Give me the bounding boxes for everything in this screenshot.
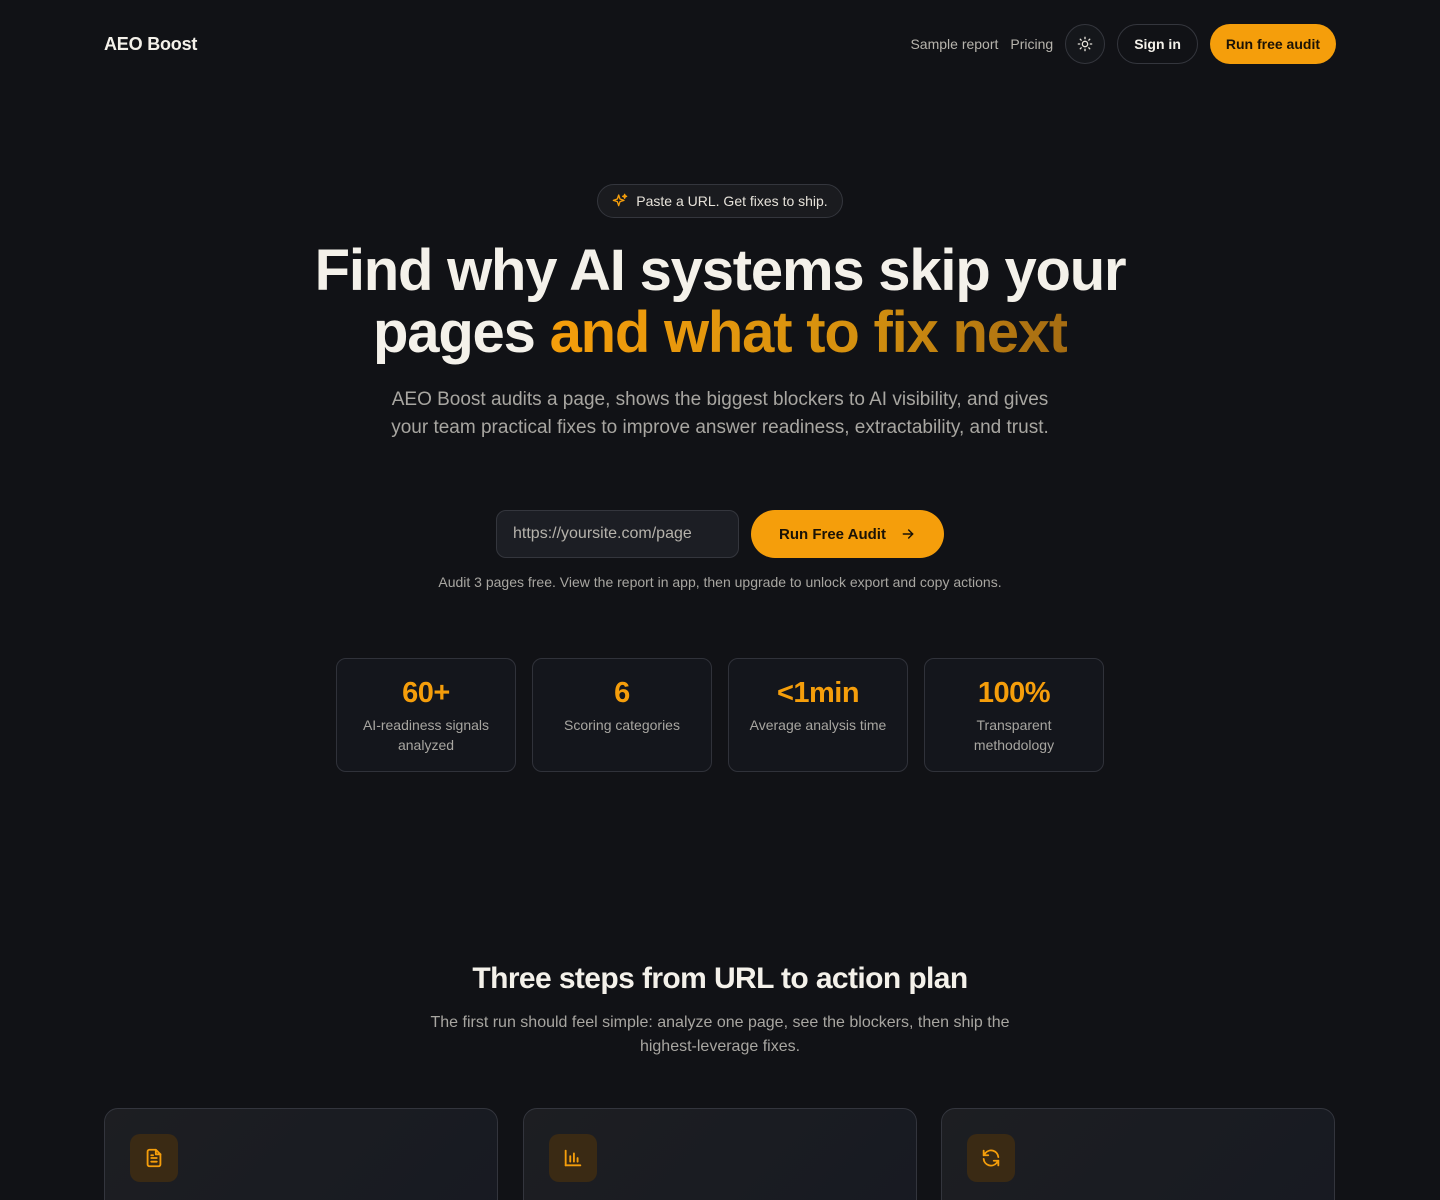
stat-label: Transparent methodology xyxy=(973,717,1055,753)
run-button-label: Run Free Audit xyxy=(779,525,886,543)
bar-chart-icon xyxy=(564,1149,582,1167)
stat-label: AI-readiness signals analyzed xyxy=(362,717,490,753)
nav-link-pricing[interactable]: Pricing xyxy=(1010,36,1053,52)
step-icon-wrapper xyxy=(967,1134,1015,1182)
url-input[interactable] xyxy=(496,510,739,558)
step-card-2 xyxy=(523,1108,917,1200)
hero-pill-text: Paste a URL. Get fixes to ship. xyxy=(636,193,828,209)
stat-value: 60+ xyxy=(402,677,450,709)
steps-section-subtitle: The first run should feel simple: analyz… xyxy=(430,1014,1010,1055)
step-icon-wrapper xyxy=(549,1134,597,1182)
arrow-right-icon xyxy=(902,529,914,539)
stat-card: 60+ AI-readiness signals analyzed xyxy=(336,658,516,772)
sun-icon xyxy=(1077,36,1093,52)
free-audit-note: Audit 3 pages free. View the report in a… xyxy=(438,574,1002,590)
stats-row: 60+ AI-readiness signals analyzed 6 Scor… xyxy=(336,658,1104,772)
stat-card: 6 Scoring categories xyxy=(532,658,712,772)
sparkle-icon xyxy=(612,193,628,207)
hero-pill: Paste a URL. Get fixes to ship. xyxy=(597,184,843,218)
top-nav: AEO Boost Sample report Pricing Sign in … xyxy=(104,24,1336,64)
stat-card: <1min Average analysis time xyxy=(728,658,908,772)
stat-value: 6 xyxy=(614,677,630,709)
theme-toggle-button[interactable] xyxy=(1065,24,1106,64)
hero-subheadline: AEO Boost audits a page, shows the bigge… xyxy=(391,389,1049,438)
stat-value: <1min xyxy=(776,677,860,709)
nav-actions: Sample report Pricing Sign in Run free a… xyxy=(910,24,1336,64)
run-free-audit-button[interactable]: Run free audit xyxy=(1209,24,1336,64)
headline-line-1: Find why AI systems skip your xyxy=(314,238,1127,303)
stat-value: 100% xyxy=(977,677,1051,709)
hero-headline: Find why AI systems skip your pages and … xyxy=(0,240,1440,364)
stat-card: 100% Transparent methodology xyxy=(924,658,1104,772)
step-card-1 xyxy=(104,1108,498,1200)
document-icon xyxy=(146,1148,162,1168)
stat-label: Scoring categories xyxy=(564,717,680,733)
headline-line-2: pages xyxy=(373,300,550,365)
steps-section-title: Three steps from URL to action plan xyxy=(472,962,968,995)
nav-link-sample-report[interactable]: Sample report xyxy=(910,36,998,52)
run-free-audit-submit-button[interactable]: Run Free Audit xyxy=(751,510,944,558)
stat-label: Average analysis time xyxy=(749,717,887,733)
sign-in-button[interactable]: Sign in xyxy=(1117,24,1198,64)
headline-accent: and what to fix next xyxy=(549,300,1069,365)
refresh-icon xyxy=(982,1149,1000,1167)
step-card-3 xyxy=(941,1108,1335,1200)
step-icon-wrapper xyxy=(130,1134,178,1182)
brand-logo[interactable]: AEO Boost xyxy=(104,34,197,55)
